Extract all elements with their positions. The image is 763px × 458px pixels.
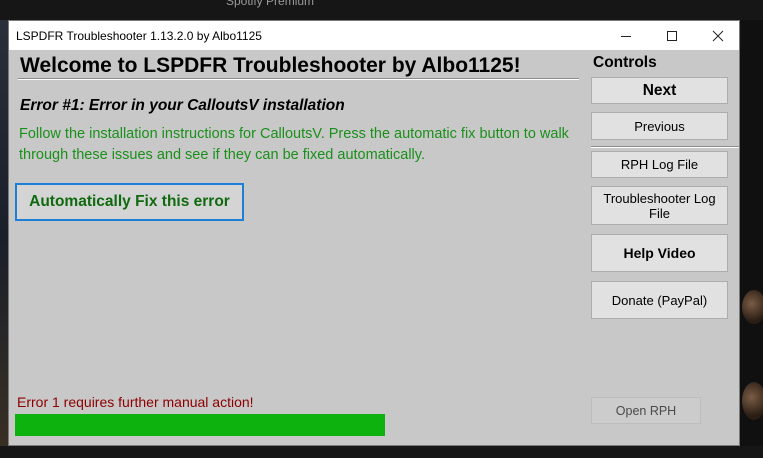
open-rph-button[interactable]: Open RPH: [591, 397, 701, 424]
auto-fix-button[interactable]: Automatically Fix this error: [15, 183, 244, 221]
previous-button[interactable]: Previous: [591, 112, 728, 140]
error-title: Error #1: Error in your CalloutsV instal…: [20, 97, 345, 114]
error-description: Follow the installation instructions for…: [19, 126, 569, 163]
background-bottom-strip: [0, 446, 763, 458]
background-left-strip: [0, 20, 8, 458]
background-top-strip: Spotify Premium: [0, 0, 763, 20]
rph-log-button[interactable]: RPH Log File: [591, 151, 728, 178]
troubleshooter-log-button[interactable]: Troubleshooter Log File: [591, 186, 728, 225]
help-video-button[interactable]: Help Video: [591, 234, 728, 272]
heading-divider: [18, 78, 579, 80]
maximize-button[interactable]: [649, 21, 695, 50]
close-icon: [712, 30, 724, 41]
close-button[interactable]: [695, 21, 741, 50]
welcome-heading: Welcome to LSPDFR Troubleshooter by Albo…: [20, 54, 521, 77]
status-message: Error 1 requires further manual action!: [17, 394, 254, 410]
background-right-strip: [740, 20, 763, 458]
minimize-button[interactable]: [603, 21, 649, 50]
background-avatar-2: [742, 382, 763, 420]
maximize-icon: [667, 30, 677, 41]
progress-bar: [15, 414, 385, 436]
next-button[interactable]: Next: [591, 77, 728, 104]
troubleshooter-window: LSPDFR Troubleshooter 1.13.2.0 by Albo11…: [8, 20, 740, 446]
controls-label: Controls: [593, 54, 657, 71]
background-window-title: Spotify Premium: [226, 0, 315, 8]
donate-button[interactable]: Donate (PayPal): [591, 281, 728, 319]
progress-bar-fill: [15, 414, 385, 436]
background-avatar-1: [742, 290, 763, 324]
title-bar[interactable]: LSPDFR Troubleshooter 1.13.2.0 by Albo11…: [9, 21, 739, 50]
window-title: LSPDFR Troubleshooter 1.13.2.0 by Albo11…: [16, 29, 262, 43]
minimize-icon: [621, 35, 631, 37]
controls-divider: [591, 146, 739, 148]
